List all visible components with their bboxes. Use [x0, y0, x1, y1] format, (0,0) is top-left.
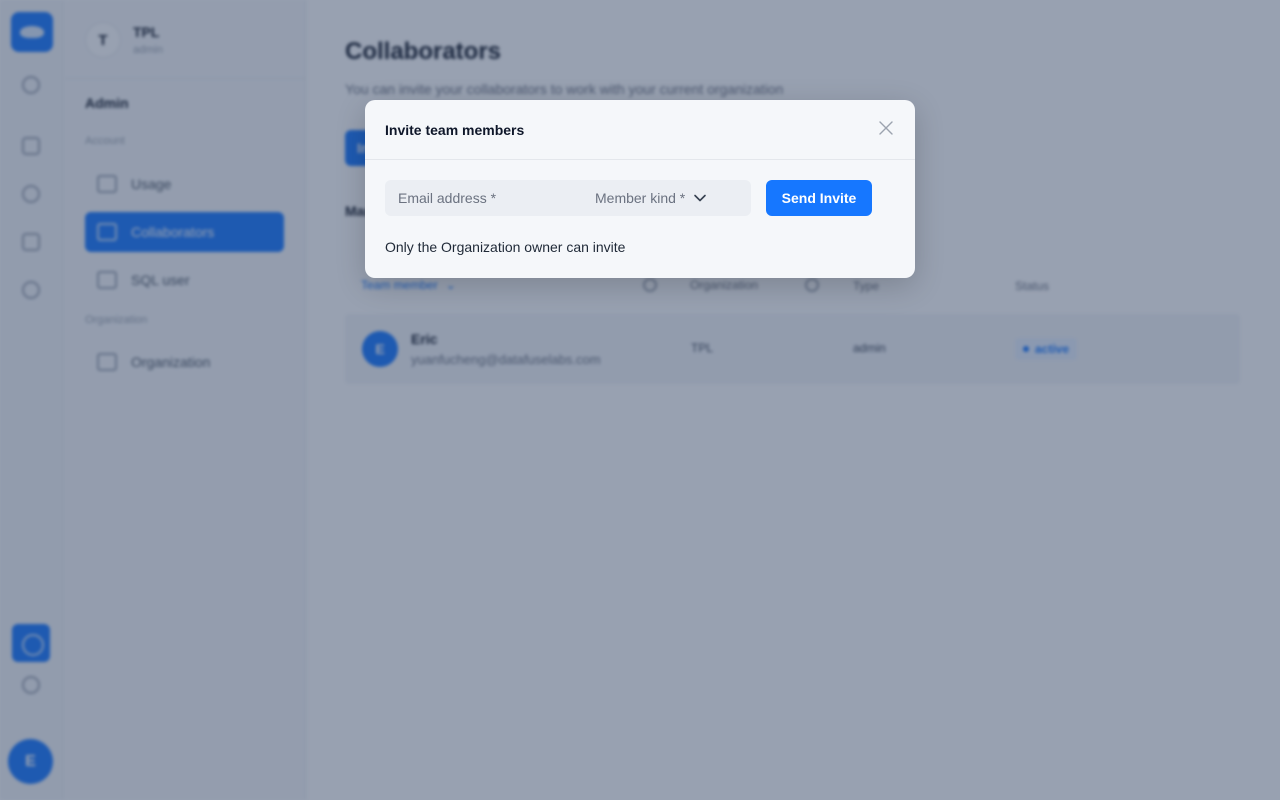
invite-field-group: Member kind * — [385, 180, 751, 216]
member-kind-select[interactable]: Member kind * — [595, 180, 707, 216]
close-icon[interactable] — [877, 119, 895, 137]
send-invite-button[interactable]: Send Invite — [766, 180, 872, 216]
chevron-down-icon — [694, 194, 707, 202]
modal-header: Invite team members — [365, 100, 915, 160]
invite-modal: Invite team members Member kind * Send I… — [365, 100, 915, 278]
close-icon-glyph — [879, 121, 893, 135]
modal-body: Member kind * Send Invite Only the Organ… — [365, 160, 915, 278]
permission-note: Only the Organization owner can invite — [385, 239, 626, 255]
email-field[interactable] — [385, 180, 595, 216]
modal-title: Invite team members — [385, 121, 525, 138]
member-kind-placeholder: Member kind * — [595, 190, 686, 206]
